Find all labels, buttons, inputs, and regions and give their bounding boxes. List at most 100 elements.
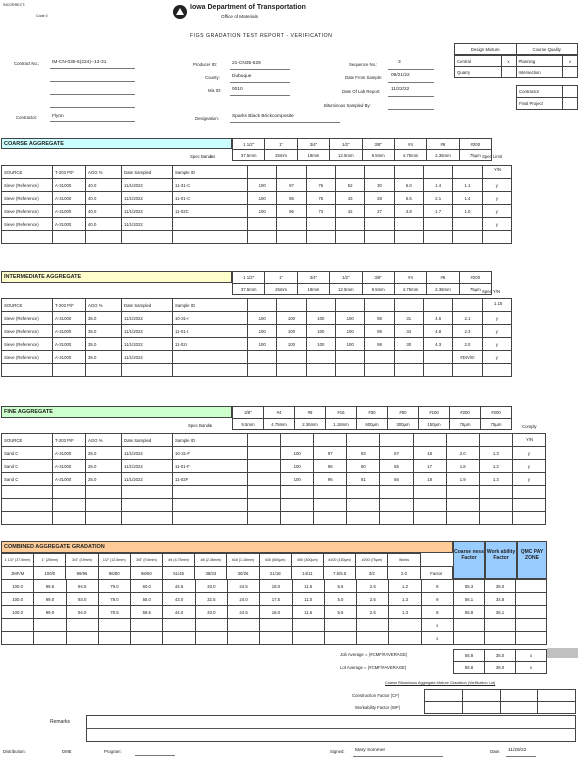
- cf-cell-2[interactable]: [461, 689, 501, 702]
- fine-cell: 25.0: [85, 446, 122, 460]
- comb-cell: 1.3: [388, 592, 422, 606]
- coarse-table: SOURCE T-203 P/F AGG % Date Sampled Sample I…: [1, 165, 513, 244]
- coarse-cell: A-31000: [52, 191, 86, 205]
- inter-sieve-7: #200: [458, 271, 493, 284]
- contractor-label: Contractor: [516, 85, 563, 98]
- date-value: 11/29/22: [508, 748, 527, 753]
- table-row: [1, 511, 547, 525]
- fine-cell: [478, 485, 513, 499]
- fine-cell: 96: [313, 459, 348, 473]
- comb-cell: 100.0: [0, 592, 35, 606]
- comb-cell: 79.0: [97, 579, 132, 593]
- comb-cell: 11.5: [291, 605, 325, 619]
- cf-cell-4[interactable]: [537, 689, 576, 702]
- inter-cell: 11/1/2022: [121, 337, 173, 351]
- status-extra: Contractor Final Project: [516, 85, 578, 110]
- inter-cell: 35.0: [85, 324, 122, 338]
- comb-cell: 2.5: [356, 605, 390, 619]
- inter-cell: 10-31-I: [172, 311, 248, 325]
- fine-cell: 80: [346, 459, 381, 473]
- county-value[interactable]: Dubuque: [232, 74, 251, 80]
- comb-cell: 5.5: [323, 605, 358, 619]
- fine-cell: y: [511, 446, 547, 460]
- contractor-check[interactable]: [562, 85, 578, 98]
- wf-cell-1[interactable]: [424, 701, 463, 714]
- fine-cell: 11/1/2022: [121, 472, 173, 486]
- producer-value[interactable]: 21-CN35-529: [232, 61, 261, 67]
- wf-cell-3[interactable]: [499, 701, 539, 714]
- department-name: Iowa Department of Transportation: [190, 4, 306, 11]
- coarse-cell: 100: [246, 178, 278, 192]
- comb-cell: [388, 618, 422, 632]
- designation-value[interactable]: Sparks Black Brickcomposite: [232, 114, 294, 120]
- inter-cell: [364, 350, 395, 364]
- inter-sieve-4: 3/8": [361, 271, 395, 284]
- intersection-check[interactable]: [562, 66, 578, 78]
- inter-cell: y: [481, 337, 513, 351]
- inter-cell: 100: [305, 311, 336, 325]
- coarse-col-0: SOURCE: [1, 165, 53, 179]
- inter-cell: [1, 363, 53, 377]
- coarse-cell: 100: [246, 204, 278, 218]
- central-check[interactable]: x: [500, 55, 517, 67]
- comb-cell: [515, 605, 547, 619]
- comb-cell: 2.5: [356, 579, 390, 593]
- fine-sieve-4: #30: [356, 406, 388, 419]
- quarry-check[interactable]: [500, 66, 517, 78]
- report-title: FIGS GRADATION TEST REPORT - VERIFICATIO…: [190, 33, 333, 39]
- inter-cell: 100: [276, 311, 307, 325]
- planning-check[interactable]: x: [562, 55, 578, 67]
- inter-col-2: AGG %: [85, 298, 122, 312]
- comb-cell: 60.0: [130, 579, 164, 593]
- fine-col-blank: [346, 433, 381, 447]
- fine-cell: 1.3: [478, 446, 513, 460]
- coarse-cell: Sieve (Reference): [1, 217, 53, 231]
- inter-cell: 100: [305, 337, 336, 351]
- cf-cell-3[interactable]: [499, 689, 539, 702]
- comb-cell: [65, 631, 99, 645]
- coarse-cell: [393, 217, 424, 231]
- wf-cell-2[interactable]: [461, 701, 501, 714]
- comb-cell: [162, 618, 196, 632]
- comb-cell: 5.5: [323, 579, 358, 593]
- inter-cell: 31: [393, 311, 424, 325]
- comb-sub-4: 68/60: [129, 566, 164, 580]
- fine-cell: y: [511, 459, 547, 473]
- date-to-value[interactable]: 11/22/22: [391, 87, 409, 93]
- fine-col-0: SOURCE: [1, 433, 53, 447]
- table-row: Sand C A-31000 25.0 11/1/2022 11-02F 100 96 81 5…: [1, 472, 547, 486]
- fine-cell: [313, 485, 348, 499]
- design-mix-label: Design Mixture: [454, 43, 517, 55]
- mix-id-value[interactable]: 0010: [232, 87, 243, 93]
- final-project-check[interactable]: [562, 97, 578, 110]
- comb-sub-9: 14/11: [290, 566, 325, 580]
- sequence-value[interactable]: 3: [398, 60, 401, 66]
- remarks-label: Remarks: [50, 719, 71, 725]
- fine-col-1: T-203 P/F: [52, 433, 86, 447]
- coarse-cell: [422, 230, 454, 244]
- date-from-value[interactable]: 09/21/22: [391, 73, 410, 79]
- contractor-field-value[interactable]: Flynn: [52, 114, 64, 120]
- table-row: Sieve (Reference) A-31000 35.0 11/1/2022 #DI…: [1, 350, 513, 364]
- fine-cell: [52, 498, 86, 512]
- coarse-cell: 27: [364, 204, 395, 218]
- fine-cell: [52, 485, 86, 499]
- fine-cell: Sand C: [1, 446, 53, 460]
- inter-cell: [334, 363, 366, 377]
- inter-size-4: 9.5mm: [361, 283, 395, 295]
- coarse-cell: A-31000: [52, 217, 86, 231]
- inter-col-blank: [393, 298, 424, 312]
- fine-cell: 96: [313, 472, 348, 486]
- coarse-cell: y: [481, 217, 513, 231]
- coarse-cell: 40.0: [85, 191, 122, 205]
- contract-value[interactable]: IM-CN-035-6(224)--13-31: [52, 60, 106, 66]
- designation-underline: [230, 122, 340, 123]
- fine-cell: 1.9: [445, 472, 480, 486]
- comb-sub-2: 99/95: [65, 566, 99, 580]
- wf-cell-4[interactable]: [537, 701, 576, 714]
- fine-size-4: 600µm: [356, 418, 388, 430]
- producer-label: Producer ID:: [193, 62, 218, 67]
- fine-cell: y: [511, 472, 547, 486]
- fine-size-0: 9.5mm: [232, 418, 264, 430]
- cf-cell-1[interactable]: [424, 689, 463, 702]
